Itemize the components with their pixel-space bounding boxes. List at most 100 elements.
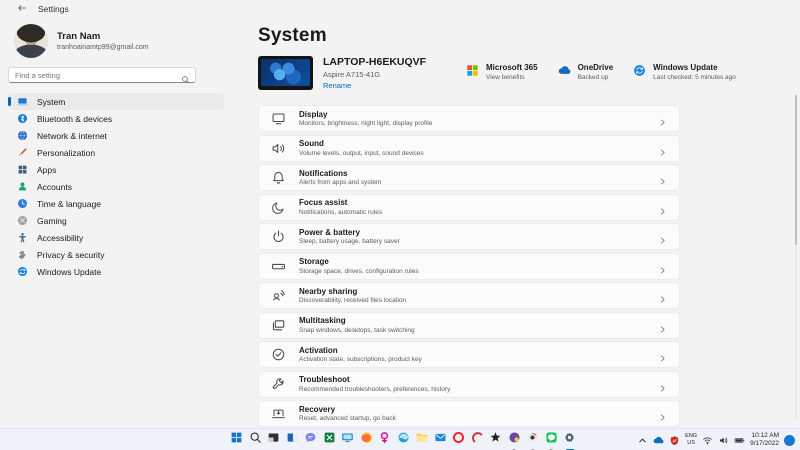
settings-row-focus-assist[interactable]: Focus assist Notifications, automatic ru… <box>258 193 680 221</box>
row-title: Activation <box>299 345 338 355</box>
chevron-right-icon <box>658 380 667 391</box>
settings-gear-icon <box>563 431 576 449</box>
notification-badge[interactable] <box>784 434 795 446</box>
profile-name: Tran Nam <box>57 31 101 42</box>
bluetooth-icon <box>17 113 28 124</box>
status-item-windows-update[interactable]: Windows Update Last checked: 5 minutes a… <box>633 63 736 81</box>
settings-row-nearby-sharing[interactable]: Nearby sharing Discoverability, received… <box>258 282 680 309</box>
language-switcher[interactable]: ENG US <box>685 433 697 446</box>
taskbar-icon-opera-icon[interactable] <box>451 431 466 448</box>
scrollbar-thumb[interactable] <box>794 95 797 245</box>
taskbar-icon-excel-icon[interactable] <box>322 432 337 448</box>
status-title: OneDrive <box>577 63 614 72</box>
speaker-icon[interactable] <box>718 435 729 446</box>
settings-row-storage[interactable]: Storage Storage space, drives, configura… <box>258 252 680 280</box>
main-panel: System LAPTOP-H6EKUQVF Aspire A715-41G R… <box>232 18 800 428</box>
status-item-microsoft-365[interactable]: Microsoft 365 View benefits <box>466 63 538 81</box>
chevron-right-icon <box>658 144 667 155</box>
taskbar-icon-black-star-app-icon[interactable] <box>488 432 503 448</box>
round-app-icon <box>526 431 539 449</box>
row-title: Storage <box>299 257 329 267</box>
clock[interactable]: 10:12 AM 9/17/2022 <box>750 432 779 448</box>
onedrive-tray-icon[interactable] <box>653 435 664 446</box>
sidebar-nav: System Bluetooth & devices Network & int… <box>0 93 232 280</box>
taskbar-icon-start-icon[interactable] <box>229 432 244 448</box>
sidebar-item-time-language[interactable]: Time & language <box>8 195 224 212</box>
firefox-icon <box>360 431 373 449</box>
mail-icon <box>434 431 447 449</box>
taskbar-icon-dark-app-icon[interactable] <box>266 433 281 448</box>
row-title: Sound <box>299 139 324 149</box>
row-subtitle: Snap windows, desktops, task switching <box>299 326 415 334</box>
taskbar-icon-monitor-app-icon[interactable] <box>340 433 355 448</box>
row-title: Power & battery <box>299 227 360 237</box>
search-input[interactable] <box>9 68 179 82</box>
back-arrow-icon <box>17 0 27 18</box>
chevron-right-icon <box>658 114 667 126</box>
status-item-onedrive[interactable]: OneDrive Backed up <box>558 63 614 81</box>
profile-section[interactable]: Tran Nam tranhoainamtp99@gmail.com <box>14 24 232 58</box>
taskbar-icon-line-icon[interactable] <box>544 432 559 448</box>
status-subtitle: View benefits <box>486 74 525 81</box>
dark-app-icon <box>267 431 280 449</box>
taskbar-icon-file-explorer-icon[interactable] <box>414 433 429 448</box>
taskbar-icon-pink-app-icon[interactable] <box>377 432 392 448</box>
teams-chat-icon <box>304 431 317 449</box>
panels-app-icon <box>286 431 299 449</box>
sidebar-item-apps[interactable]: Apps <box>8 161 224 178</box>
sidebar-item-windows-update[interactable]: Windows Update <box>8 263 224 280</box>
sidebar-item-bluetooth-devices[interactable]: Bluetooth & devices <box>8 110 224 127</box>
device-model: Aspire A715-41G <box>323 70 381 79</box>
sidebar-item-accounts[interactable]: Accounts <box>8 178 224 195</box>
taskbar-icon-red-c-app-icon[interactable] <box>470 432 485 448</box>
settings-row-recovery[interactable]: Recovery Reset, advanced startup, go bac… <box>258 400 680 427</box>
status-group: Microsoft 365 View benefits OneDrive Bac… <box>466 63 736 81</box>
settings-row-activation[interactable]: Activation Activation state, subscriptio… <box>258 341 680 368</box>
taskbar-icon-firefox-icon[interactable] <box>359 431 374 449</box>
taskbar-icon-edge-icon[interactable] <box>396 432 411 448</box>
profile-email: tranhoainamtp99@gmail.com <box>57 44 149 51</box>
tray-date: 9/17/2022 <box>750 440 779 447</box>
apps-icon <box>17 164 28 175</box>
red-tray-icon[interactable] <box>669 435 680 446</box>
windows-update-icon <box>633 64 646 77</box>
sidebar-item-gaming[interactable]: Gaming <box>8 212 224 229</box>
display-icon <box>271 111 286 126</box>
settings-row-multitasking[interactable]: Multitasking Snap windows, desktops, tas… <box>258 311 680 339</box>
taskbar-icon-purple-app-icon[interactable] <box>507 432 522 448</box>
chevron-right-icon <box>658 173 667 185</box>
taskbar-icon-panels-app-icon[interactable] <box>285 433 300 448</box>
settings-row-display[interactable]: Display Monitors, brightness, night ligh… <box>258 105 680 132</box>
taskbar-icon-round-app-icon[interactable] <box>525 431 540 449</box>
back-button[interactable] <box>14 2 30 16</box>
taskbar-icon-search-taskbar-icon[interactable] <box>248 432 263 448</box>
taskbar-icon-settings-gear-icon[interactable] <box>562 431 577 449</box>
settings-row-troubleshoot[interactable]: Troubleshoot Recommended troubleshooters… <box>258 370 680 398</box>
chevron-right-icon <box>658 409 667 421</box>
battery-icon[interactable] <box>734 435 745 446</box>
troubleshoot-icon <box>271 377 286 392</box>
row-subtitle: Recommended troubleshooters, preferences… <box>299 385 451 393</box>
sidebar-item-system[interactable]: System <box>8 93 224 110</box>
taskbar-icon-mail-icon[interactable] <box>433 433 448 448</box>
settings-row-sound[interactable]: Sound Volume levels, output, input, soun… <box>258 134 680 162</box>
settings-row-notifications[interactable]: Notifications Alerts from apps and syste… <box>258 164 680 191</box>
sidebar-item-accessibility[interactable]: Accessibility <box>8 229 224 246</box>
rename-link[interactable]: Rename <box>323 81 426 90</box>
scrollbar[interactable] <box>794 95 797 420</box>
settings-row-power-battery[interactable]: Power & battery Sleep, battery usage, ba… <box>258 223 680 250</box>
page-title: System <box>258 25 327 46</box>
system-tray: ENG US 10:12 AM 9/17/2022 <box>637 429 795 450</box>
wifi-icon[interactable] <box>702 435 713 446</box>
chevron-up-icon[interactable] <box>637 435 648 446</box>
taskbar-icon-teams-chat-icon[interactable] <box>303 433 318 448</box>
status-title: Microsoft 365 <box>486 63 538 72</box>
personalization-icon <box>17 147 28 158</box>
settings-list: Display Monitors, brightness, night ligh… <box>258 105 680 427</box>
sidebar-item-network-internet[interactable]: Network & internet <box>8 127 224 144</box>
sidebar-item-label: Accessibility <box>37 232 84 243</box>
row-subtitle: Sleep, battery usage, battery saver <box>299 238 400 246</box>
sidebar-item-personalization[interactable]: Personalization <box>8 144 224 161</box>
row-title: Nearby sharing <box>299 286 358 296</box>
sidebar-item-privacy-security[interactable]: Privacy & security <box>8 246 224 263</box>
